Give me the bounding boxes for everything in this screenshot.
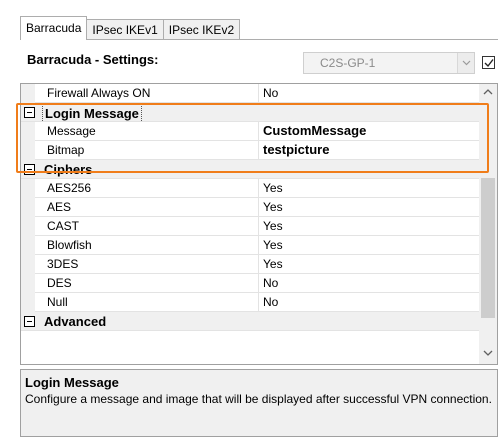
- property-name: CAST: [21, 217, 259, 236]
- property-name: DES: [21, 274, 259, 293]
- row-gutter: [21, 198, 35, 217]
- collapse-minus-icon[interactable]: [24, 164, 35, 175]
- category-label: Advanced: [44, 314, 107, 329]
- property-row-aes256[interactable]: AES256 Yes: [21, 179, 479, 198]
- scroll-down-button[interactable]: [479, 345, 497, 362]
- property-name: Blowfish: [21, 236, 259, 255]
- property-value[interactable]: Yes: [259, 236, 479, 255]
- property-name: AES: [21, 198, 259, 217]
- property-row-firewall-always-on[interactable]: Firewall Always ON No: [21, 84, 479, 103]
- checkmark-icon: [484, 59, 494, 68]
- description-text: Configure a message and image that will …: [25, 392, 492, 406]
- tab-ipsec-ikev1[interactable]: IPsec IKEv1: [86, 19, 164, 40]
- property-row-des[interactable]: DES No: [21, 274, 479, 293]
- property-value[interactable]: Yes: [259, 179, 479, 198]
- description-panel: Login Message Configure a message and im…: [20, 369, 498, 437]
- property-row-null[interactable]: Null No: [21, 293, 479, 312]
- property-row-aes[interactable]: AES Yes: [21, 198, 479, 217]
- collapse-minus-icon[interactable]: [24, 316, 35, 327]
- row-gutter: [21, 255, 35, 274]
- profile-enable-checkbox[interactable]: [482, 56, 495, 69]
- tab-divider: [20, 39, 498, 40]
- tab-strip: Barracuda IPsec IKEv1 IPsec IKEv2: [20, 16, 241, 40]
- row-gutter: [21, 141, 35, 160]
- property-row-bitmap[interactable]: Bitmap testpicture: [21, 141, 479, 160]
- category-label: Login Message: [42, 104, 142, 123]
- vertical-scrollbar[interactable]: [479, 84, 497, 364]
- category-label: Ciphers: [44, 162, 93, 177]
- property-row-message[interactable]: Message CustomMessage: [21, 122, 479, 141]
- property-name: Message: [21, 122, 259, 141]
- profile-dropdown-value: C2S-GP-1: [320, 56, 376, 70]
- property-name: Null: [21, 293, 259, 312]
- chevron-down-icon: [483, 350, 493, 356]
- row-gutter: [21, 179, 35, 198]
- row-gutter: [21, 274, 35, 293]
- property-value[interactable]: No: [259, 293, 479, 312]
- row-gutter: [21, 217, 35, 236]
- property-name: Firewall Always ON: [21, 84, 259, 103]
- row-gutter: [21, 293, 35, 312]
- property-value[interactable]: Yes: [259, 217, 479, 236]
- property-name: Bitmap: [21, 141, 259, 160]
- property-name: 3DES: [21, 255, 259, 274]
- category-advanced[interactable]: Advanced: [21, 312, 479, 331]
- tab-ipsec-ikev2[interactable]: IPsec IKEv2: [162, 19, 241, 40]
- row-gutter: [21, 122, 35, 141]
- row-gutter: [21, 84, 35, 103]
- scroll-up-button[interactable]: [479, 84, 497, 101]
- scroll-thumb[interactable]: [481, 178, 495, 318]
- property-grid: Firewall Always ON No Login Message Mess…: [20, 83, 498, 365]
- profile-dropdown[interactable]: C2S-GP-1: [303, 52, 475, 74]
- property-value[interactable]: testpicture: [259, 141, 479, 160]
- description-title: Login Message: [25, 375, 119, 390]
- property-value[interactable]: No: [259, 274, 479, 293]
- chevron-up-icon: [483, 89, 493, 95]
- property-row-cast[interactable]: CAST Yes: [21, 217, 479, 236]
- property-value[interactable]: No: [259, 84, 479, 103]
- property-value[interactable]: CustomMessage: [259, 122, 479, 141]
- row-gutter: [21, 236, 35, 255]
- category-ciphers[interactable]: Ciphers: [21, 160, 479, 179]
- tab-barracuda[interactable]: Barracuda: [20, 16, 88, 40]
- property-value[interactable]: Yes: [259, 198, 479, 217]
- category-login-message[interactable]: Login Message: [21, 103, 479, 123]
- settings-label: Barracuda - Settings:: [27, 52, 159, 67]
- property-name: AES256: [21, 179, 259, 198]
- property-row-3des[interactable]: 3DES Yes: [21, 255, 479, 274]
- property-row-blowfish[interactable]: Blowfish Yes: [21, 236, 479, 255]
- dropdown-arrow-button[interactable]: [457, 53, 474, 73]
- collapse-minus-icon[interactable]: [24, 107, 35, 118]
- property-value[interactable]: Yes: [259, 255, 479, 274]
- chevron-down-icon: [462, 60, 471, 66]
